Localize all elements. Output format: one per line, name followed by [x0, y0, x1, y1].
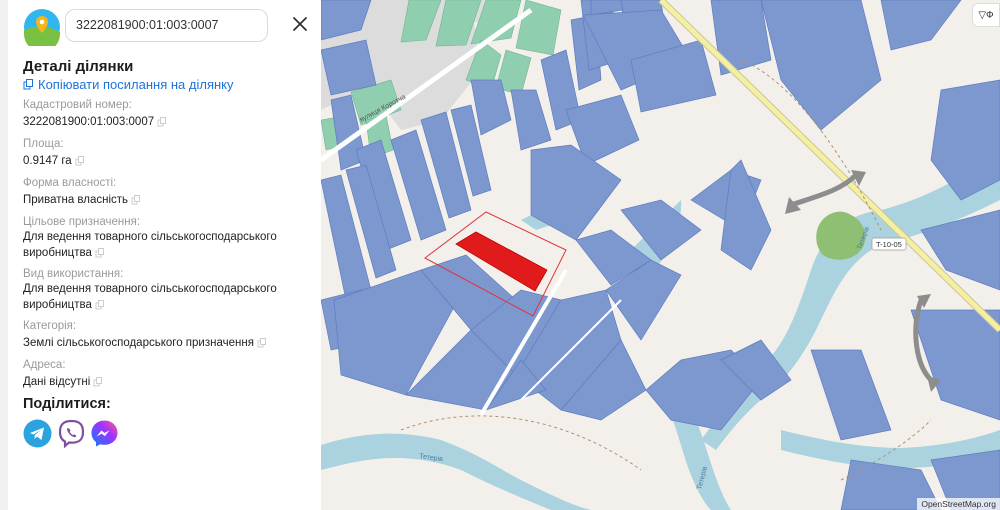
filter-label: Ф: [986, 9, 994, 21]
copy-icon: [23, 79, 33, 90]
cadastral-search-input[interactable]: 3222081900:01:003:0007: [65, 9, 268, 42]
ownership-label: Форма власності:: [23, 177, 117, 189]
parcel-details-panel: 3222081900:01:003:0007 Деталі ділянки Ко…: [0, 0, 321, 510]
usage-value: Для ведення товарного сільськогосподарсь…: [23, 283, 277, 311]
viber-icon[interactable]: [57, 419, 86, 448]
usage-label: Вид використання:: [23, 268, 124, 280]
filter-icon: ▽: [978, 9, 987, 21]
ownership-value: Приватна власність: [23, 192, 288, 208]
copy-icon[interactable]: [157, 116, 167, 127]
copy-icon[interactable]: [75, 155, 85, 166]
panel-scrollbar[interactable]: [0, 0, 8, 510]
copy-link-label: Копіювати посилання на ділянку: [38, 77, 234, 92]
cadastral-map[interactable]: вулиця Коротча Тетерів Тетерів Тетерів T…: [321, 0, 1000, 510]
messenger-icon[interactable]: [90, 419, 119, 448]
copy-icon[interactable]: [93, 376, 103, 387]
category-label: Категорія:: [23, 320, 77, 332]
copy-icon[interactable]: [131, 194, 141, 205]
cadastral-number-value: 3222081900:01:003:0007: [23, 114, 288, 130]
details-title: Деталі ділянки: [23, 58, 134, 75]
purpose-value: Для ведення товарного сільськогосподарсь…: [23, 231, 277, 259]
map-filter-button[interactable]: ▽ Ф: [972, 3, 1000, 27]
cadastral-number-label: Кадастровий номер:: [23, 99, 132, 111]
category-value: Землі сільськогосподарського призначення: [23, 335, 288, 351]
address-label: Адреса:: [23, 359, 66, 371]
telegram-icon[interactable]: [23, 419, 52, 448]
copy-icon[interactable]: [95, 247, 105, 258]
area-label: Площа:: [23, 138, 64, 150]
app-logo-icon[interactable]: [23, 8, 61, 46]
share-title: Поділитися:: [23, 396, 111, 412]
address-value: Дані відсутні: [23, 374, 288, 390]
close-icon[interactable]: [289, 13, 311, 35]
road-badge: T-10-05: [871, 237, 907, 251]
area-value: 0.9147 га: [23, 153, 288, 169]
copy-link-button[interactable]: Копіювати посилання на ділянку: [23, 77, 234, 92]
map-attribution[interactable]: OpenStreetMap.org: [917, 498, 1000, 510]
copy-icon[interactable]: [95, 299, 105, 310]
map-canvas[interactable]: вулиця Коротча Тетерів Тетерів Тетерів T…: [321, 0, 1000, 510]
road-badge-label: T-10-05: [876, 240, 902, 249]
purpose-label: Цільове призначення:: [23, 216, 141, 228]
copy-icon[interactable]: [257, 337, 267, 348]
